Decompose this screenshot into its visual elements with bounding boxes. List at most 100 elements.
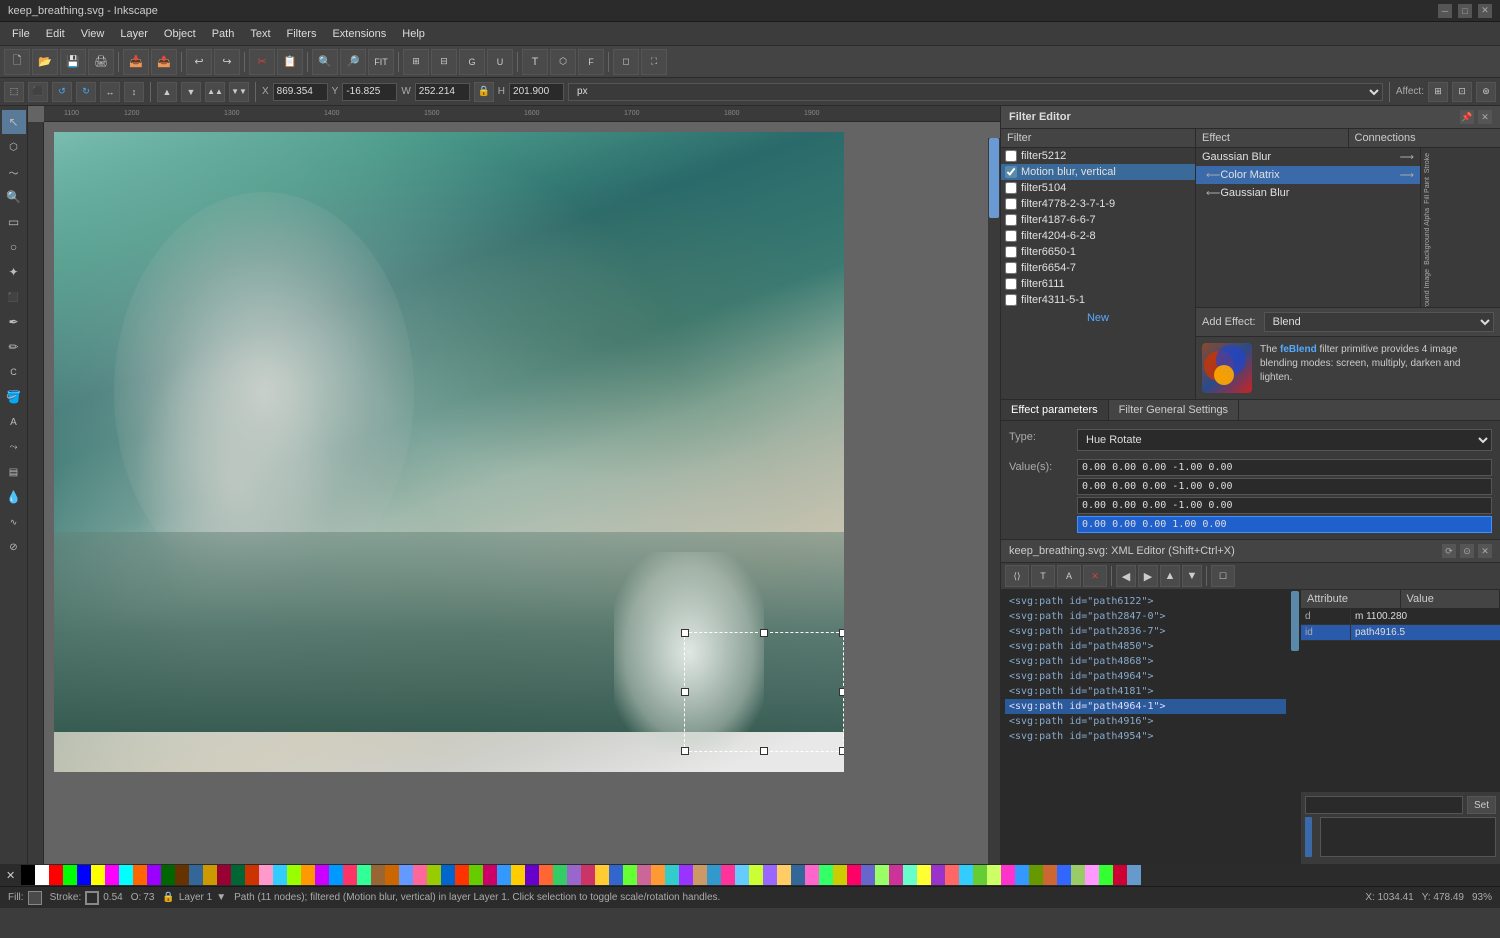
palette-color-70[interactable] — [1001, 865, 1015, 885]
effect-row-0[interactable]: Gaussian Blur⟶ — [1196, 148, 1420, 166]
node-edit-btn[interactable]: ⬛ — [28, 82, 48, 102]
handle-tm[interactable] — [760, 629, 768, 637]
rect-tool[interactable]: ▭ — [2, 210, 26, 234]
canvas-content[interactable] — [44, 122, 1000, 864]
open-btn[interactable]: 📂 — [32, 49, 58, 75]
fill-swatch[interactable] — [28, 891, 42, 905]
canvas-area[interactable]: 1100 1200 1300 1400 1500 1600 1700 1800 … — [28, 106, 1000, 864]
flip-h-btn[interactable]: ↔ — [100, 82, 120, 102]
raise-btn[interactable]: ▲ — [157, 82, 177, 102]
menu-filters[interactable]: Filters — [279, 26, 325, 42]
new-filter-button[interactable]: New — [1001, 308, 1195, 328]
xml-prev-btn[interactable]: ◀ — [1116, 565, 1136, 587]
palette-color-59[interactable] — [847, 865, 861, 885]
circle-tool[interactable]: ○ — [2, 235, 26, 259]
zoom-out-btn[interactable]: 🔎 — [340, 49, 366, 75]
new-doc-btn[interactable]: 🗋 — [4, 49, 30, 75]
raise-top-btn[interactable]: ▲▲ — [205, 82, 225, 102]
palette-color-6[interactable] — [105, 865, 119, 885]
flip-v-btn[interactable]: ↕ — [124, 82, 144, 102]
xml-refresh-btn[interactable]: ⟳ — [1442, 544, 1456, 558]
palette-color-18[interactable] — [273, 865, 287, 885]
filter-checkbox-9[interactable] — [1005, 294, 1017, 306]
unit-select[interactable]: pxmmcmin — [568, 83, 1383, 101]
gradient-tool[interactable]: ▤ — [2, 460, 26, 484]
xml-attrib-row-0[interactable]: dm 1100.280 — [1301, 609, 1500, 625]
handle-tr[interactable] — [839, 629, 844, 637]
pen-tool[interactable]: ✒ — [2, 310, 26, 334]
star-tool[interactable]: ✦ — [2, 260, 26, 284]
handle-bm[interactable] — [760, 747, 768, 755]
xml-tree-item-2[interactable]: <svg:path id="path2836-7"> — [1005, 624, 1286, 639]
flow-btn[interactable]: F — [578, 49, 604, 75]
filter-list-item-1[interactable]: Motion blur, vertical — [1001, 164, 1195, 180]
palette-color-7[interactable] — [119, 865, 133, 885]
filter-list-item-6[interactable]: filter6650-1 — [1001, 244, 1195, 260]
palette-color-67[interactable] — [959, 865, 973, 885]
palette-color-10[interactable] — [161, 865, 175, 885]
dropper-tool[interactable]: 💧 — [2, 485, 26, 509]
filter-checkbox-5[interactable] — [1005, 230, 1017, 242]
filter-checkbox-3[interactable] — [1005, 198, 1017, 210]
matrix-row-3[interactable]: 0.00 0.00 0.00 1.00 0.00 — [1077, 516, 1492, 533]
node-btn[interactable]: ⬡ — [550, 49, 576, 75]
3d-box-tool[interactable]: ⬛ — [2, 285, 26, 309]
palette-color-13[interactable] — [203, 865, 217, 885]
xml-up-btn[interactable]: ▲ — [1160, 565, 1180, 587]
palette-color-29[interactable] — [427, 865, 441, 885]
xml-tree-item-7[interactable]: <svg:path id="path4964-1"> — [1005, 699, 1286, 714]
export-btn[interactable]: 📤 — [151, 49, 177, 75]
menu-edit[interactable]: Edit — [38, 26, 73, 42]
palette-color-11[interactable] — [175, 865, 189, 885]
palette-color-15[interactable] — [231, 865, 245, 885]
text-tool-side[interactable]: A — [2, 410, 26, 434]
menu-text[interactable]: Text — [242, 26, 278, 42]
xml-tree-item-5[interactable]: <svg:path id="path4964"> — [1005, 669, 1286, 684]
panel-close-btn[interactable]: ✕ — [1478, 110, 1492, 124]
effect-row-2[interactable]: ⟵Gaussian Blur — [1196, 184, 1420, 202]
palette-color-37[interactable] — [539, 865, 553, 885]
canvas-scrollbar-thumb[interactable] — [989, 138, 999, 218]
xml-next-btn[interactable]: ▶ — [1138, 565, 1158, 587]
palette-color-77[interactable] — [1099, 865, 1113, 885]
lock-aspect-btn[interactable]: 🔒 — [474, 82, 494, 102]
tab-effect-params[interactable]: Effect parameters — [1001, 400, 1109, 420]
xml-scrollbar-thumb[interactable] — [1291, 591, 1299, 651]
xml-new-elem-btn[interactable]: ⟨⟩ — [1005, 565, 1029, 587]
menu-object[interactable]: Object — [156, 26, 204, 42]
palette-color-30[interactable] — [441, 865, 455, 885]
xml-attrib-rows[interactable]: dm 1100.280idpath4916.5 — [1301, 609, 1500, 791]
xml-tree-item-4[interactable]: <svg:path id="path4868"> — [1005, 654, 1286, 669]
type-select[interactable]: Hue Rotate Saturate Luminance to Alpha — [1077, 429, 1492, 451]
zoom-in-btn[interactable]: 🔍 — [312, 49, 338, 75]
palette-color-45[interactable] — [651, 865, 665, 885]
zoom-fit-btn[interactable]: FIT — [368, 49, 394, 75]
align-btn[interactable]: ⊞ — [403, 49, 429, 75]
palette-color-23[interactable] — [343, 865, 357, 885]
rotate-btn[interactable]: ↺ — [52, 82, 72, 102]
palette-color-39[interactable] — [567, 865, 581, 885]
filter-list-scroll[interactable]: filter5212Motion blur, verticalfilter510… — [1001, 148, 1195, 399]
tab-filter-general[interactable]: Filter General Settings — [1109, 400, 1239, 420]
menu-extensions[interactable]: Extensions — [324, 26, 394, 42]
w-input[interactable] — [415, 83, 470, 101]
palette-color-19[interactable] — [287, 865, 301, 885]
xml-tree-item-8[interactable]: <svg:path id="path4916"> — [1005, 714, 1286, 729]
xml-tree-item-0[interactable]: <svg:path id="path6122"> — [1005, 594, 1286, 609]
xml-new-attr-btn[interactable]: A — [1057, 565, 1081, 587]
palette-color-31[interactable] — [455, 865, 469, 885]
print-btn[interactable]: 🖨 — [88, 49, 114, 75]
filter-checkbox-6[interactable] — [1005, 246, 1017, 258]
filter-list-item-3[interactable]: filter4778-2-3-7-1-9 — [1001, 196, 1195, 212]
palette-color-9[interactable] — [147, 865, 161, 885]
palette-color-74[interactable] — [1057, 865, 1071, 885]
palette-color-2[interactable] — [49, 865, 63, 885]
palette-color-14[interactable] — [217, 865, 231, 885]
filter-checkbox-2[interactable] — [1005, 182, 1017, 194]
palette-color-27[interactable] — [399, 865, 413, 885]
import-btn[interactable]: 📥 — [123, 49, 149, 75]
affect-size-btn[interactable]: ⊡ — [1452, 82, 1472, 102]
connector-tool[interactable]: ⤳ — [2, 435, 26, 459]
palette-color-56[interactable] — [805, 865, 819, 885]
filter-list-item-5[interactable]: filter4204-6-2-8 — [1001, 228, 1195, 244]
